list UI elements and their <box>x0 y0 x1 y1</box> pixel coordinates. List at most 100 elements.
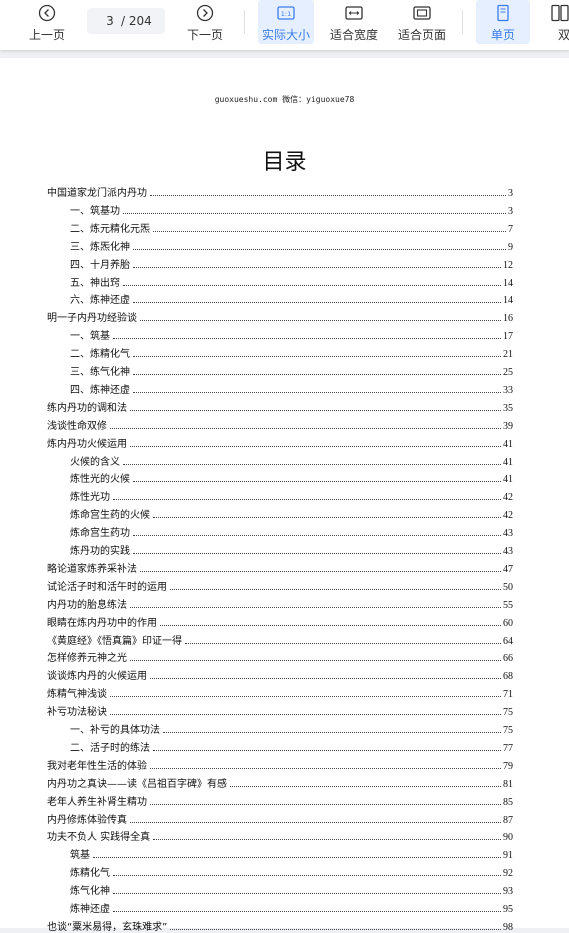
double-page-button[interactable]: 双 <box>548 0 569 46</box>
toc-entry[interactable]: 老年人养生补肾生精功 85 <box>47 794 513 808</box>
toc-entry[interactable]: 筑基 91 <box>70 847 513 861</box>
toc-entry[interactable]: 补亏功法秘诀 75 <box>47 704 513 718</box>
toc-entry-title: 炼命宫生药功 <box>70 528 130 540</box>
toc-entry[interactable]: 炼精化气 92 <box>70 865 513 879</box>
toc-dot-leader <box>110 696 501 698</box>
toc-entry[interactable]: 眼睛在炼内丹功中的作用 60 <box>47 615 513 629</box>
toc-dot-leader <box>140 570 501 572</box>
fit-page-button[interactable]: 适合页面 <box>394 0 450 46</box>
toc-entry-page-number: 21 <box>503 349 513 361</box>
toc-entry[interactable]: 谈谈炼内丹的火候运用 68 <box>47 668 513 682</box>
fit-page-icon <box>413 6 431 20</box>
toc-entry-page-number: 77 <box>503 742 513 754</box>
svg-text:1:1: 1:1 <box>281 10 291 18</box>
toc-entry-page-number: 90 <box>503 832 513 844</box>
toc-entry-title: 我对老年性生活的体验 <box>47 760 147 772</box>
toc-dot-leader <box>133 302 501 304</box>
toc-entry[interactable]: 三、炼炁化神 9 <box>70 239 513 253</box>
toc-dot-leader <box>160 624 501 626</box>
toc-entry-title: 二、炼精化气 <box>70 349 130 361</box>
toc-entry[interactable]: 功夫不负人 实践得全真 90 <box>47 829 513 843</box>
toc-entry[interactable]: 四、炼神还虚 33 <box>70 382 513 396</box>
next-page-button[interactable]: 下一页 <box>180 0 230 46</box>
toc-entry-title: 炼精气神浅谈 <box>47 689 107 701</box>
toc-entry[interactable]: 炼气化神 93 <box>70 883 513 897</box>
toc-entry[interactable]: 火候的含义 41 <box>70 454 513 468</box>
toc-entry-page-number: 79 <box>503 760 513 772</box>
toc-entry-page-number: 25 <box>503 367 513 378</box>
toc-entry-title: 内丹修炼体验传真 <box>47 814 127 826</box>
toc-entry[interactable]: 炼内丹功火候运用 41 <box>47 436 513 450</box>
toc-entry[interactable]: 浅谈性命双修 39 <box>47 418 513 432</box>
toc-entry[interactable]: 内丹功之真诀——读《吕祖百字碑》有感 81 <box>47 776 513 790</box>
toc-entry[interactable]: 五、神出窍 14 <box>70 275 513 289</box>
toc-entry[interactable]: 练内丹功的调和法 35 <box>47 400 513 414</box>
toc-entry-title: 补亏功法秘诀 <box>47 707 107 719</box>
toc-entry[interactable]: 三、练气化神 25 <box>70 364 513 378</box>
toc-entry[interactable]: 内丹功的胎息练法 55 <box>47 597 513 611</box>
toc-entry[interactable]: 炼神还虚 95 <box>70 901 513 915</box>
toc-entry[interactable]: 炼性光的火候 41 <box>70 471 513 485</box>
page-title: 目录 <box>262 150 307 175</box>
toc-entry-title: 炼丹功的实践 <box>70 546 130 557</box>
toc-entry[interactable]: 略论道家炼养采补法 47 <box>47 561 513 575</box>
toc-dot-leader <box>110 427 501 429</box>
toc-entry[interactable]: 中国道家龙门派内丹功 3 <box>47 185 513 199</box>
toc-entry[interactable]: 怎样修养元神之光 66 <box>47 650 513 664</box>
toc-dot-leader <box>113 499 501 501</box>
total-pages: / 204 <box>121 14 152 28</box>
toc-entry[interactable]: 一、筑基功 3 <box>70 203 513 217</box>
toc-dot-leader <box>150 767 501 769</box>
toc-dot-leader <box>133 535 501 537</box>
toc-entry-title: 一、筑基 <box>70 331 110 343</box>
toc-dot-leader <box>170 588 501 590</box>
prev-page-button[interactable]: 上一页 <box>22 0 72 46</box>
toc-entry-page-number: 95 <box>503 904 513 915</box>
toc-entry[interactable]: 四、十月养胎 12 <box>70 257 513 271</box>
fit-page-label: 适合页面 <box>397 28 446 42</box>
toc-entry[interactable]: 试论活子时和活午时的运用 50 <box>47 579 513 593</box>
toc-dot-leader <box>153 839 501 841</box>
viewer-toolbar: 上一页 3 / 204 下一页 1:1 实际大小 适合宽度 适合页面 单页 双 <box>0 0 569 50</box>
toc-entry[interactable]: 炼性光功 42 <box>70 489 513 503</box>
toc-entry-page-number: 50 <box>503 581 513 593</box>
toc-entry-title: 《黄庭经》《悟真篇》印证一得 <box>47 635 182 647</box>
toc-dot-leader <box>133 391 501 393</box>
actual-size-label: 实际大小 <box>261 28 310 42</box>
fit-width-button[interactable]: 适合宽度 <box>326 0 382 46</box>
toc-entry[interactable]: 《黄庭经》《悟真篇》印证一得 64 <box>47 633 513 647</box>
toc-entry[interactable]: 我对老年性生活的体验 79 <box>47 758 513 772</box>
single-page-button[interactable]: 单页 <box>476 0 530 44</box>
toc-dot-leader <box>113 911 501 912</box>
toc-entry-title: 四、炼神还虚 <box>70 384 130 396</box>
toc-entry[interactable]: 炼精气神浅谈 71 <box>47 686 513 700</box>
toc-entry-page-number: 39 <box>503 420 513 432</box>
toc-dot-leader <box>163 732 501 733</box>
toc-entry[interactable]: 二、炼元精化元炁 7 <box>70 221 513 235</box>
single-page-icon <box>497 4 509 22</box>
toc-entry[interactable]: 内丹修炼体验传真 87 <box>47 812 513 826</box>
toc-entry[interactable]: 一、筑基 17 <box>70 328 513 342</box>
toc-entry-title: 二、炼元精化元炁 <box>70 223 150 235</box>
toc-dot-leader <box>170 928 501 930</box>
single-page-label: 单页 <box>490 28 515 42</box>
toc-entry-title: 炼神还虚 <box>70 904 110 915</box>
toc-entry-page-number: 68 <box>503 671 513 683</box>
toc-entry[interactable]: 明一子内丹功经验谈 16 <box>47 310 513 324</box>
actual-size-button[interactable]: 1:1 实际大小 <box>258 0 314 44</box>
fit-width-label: 适合宽度 <box>329 28 378 42</box>
toc-entry[interactable]: 六、炼神还虚 14 <box>70 292 513 306</box>
toolbar-divider <box>244 10 245 34</box>
toc-dot-leader <box>123 212 506 214</box>
toc-entry[interactable]: 二、炼精化气 21 <box>70 346 513 360</box>
toc-entry[interactable]: 一、补亏的具体功法 75 <box>70 722 513 736</box>
page-number-input[interactable]: 3 / 204 <box>87 8 165 34</box>
toc-entry[interactable]: 炼丹功的实践 43 <box>70 543 513 557</box>
current-page-value[interactable]: 3 <box>105 14 115 28</box>
toc-entry[interactable]: 二、活子时的练法 77 <box>70 740 513 754</box>
toc-entry[interactable]: 炼命宫生药功 43 <box>70 525 513 539</box>
toc-entry-page-number: 41 <box>503 456 513 468</box>
toc-entry-page-number: 66 <box>503 653 513 665</box>
toc-dot-leader <box>133 266 501 268</box>
toc-entry[interactable]: 炼命宫生药的火候 42 <box>70 507 513 521</box>
